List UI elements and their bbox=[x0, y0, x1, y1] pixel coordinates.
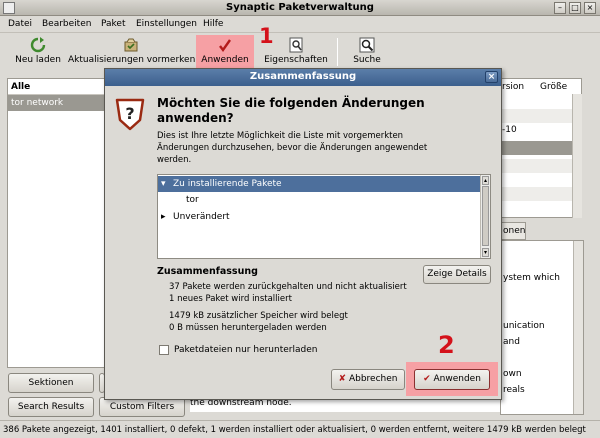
description-panel: ystem which unication and own reals bbox=[500, 240, 584, 415]
description-text: ystem which bbox=[503, 273, 560, 283]
scroll-down-icon[interactable]: ▾ bbox=[482, 248, 489, 257]
menu-bearbeiten[interactable]: Bearbeiten bbox=[42, 19, 91, 29]
window-titlebar: Synaptic Paketverwaltung – □ × bbox=[0, 0, 600, 16]
changes-tree: ▾ Zu installierende Pakete tor ▸ Unverän… bbox=[157, 174, 491, 259]
custom-filters-button[interactable]: Custom Filters bbox=[99, 397, 185, 417]
reload-icon bbox=[30, 37, 46, 53]
tree-item-to-install[interactable]: ▾ Zu installierende Pakete bbox=[158, 176, 480, 192]
package-row[interactable] bbox=[500, 173, 582, 187]
scroll-thumb[interactable] bbox=[482, 186, 489, 246]
description-text: own bbox=[503, 369, 522, 379]
package-row[interactable] bbox=[500, 95, 582, 109]
menu-hilfe[interactable]: Hilfe bbox=[203, 19, 223, 29]
apply-checkmark-icon bbox=[219, 39, 231, 53]
search-button[interactable]: Suche bbox=[349, 34, 385, 70]
dialog-titlebar: Zusammenfassung × bbox=[105, 69, 501, 86]
show-details-button[interactable]: Zeige Details bbox=[423, 265, 491, 284]
description-text: reals bbox=[503, 385, 525, 395]
question-icon: ? bbox=[115, 98, 145, 131]
summary-line: 0 B müssen heruntergeladen werden bbox=[169, 323, 327, 333]
apply-dialog-button[interactable]: ✔ Anwenden bbox=[414, 369, 490, 390]
maximize-icon[interactable]: □ bbox=[569, 2, 581, 14]
apply-toolbar-button[interactable]: Anwenden bbox=[197, 34, 253, 70]
summary-heading: Zusammenfassung bbox=[157, 266, 258, 277]
description-text: and bbox=[503, 337, 520, 347]
search-icon bbox=[359, 37, 375, 53]
description-bottom-line: the downstream node. bbox=[190, 398, 500, 412]
toolbar: Neu laden Aktualisierungen vormerken Anw… bbox=[0, 34, 600, 70]
tree-item-tor[interactable]: tor bbox=[158, 192, 490, 208]
dialog-title: Zusammenfassung bbox=[249, 71, 357, 82]
package-row-version[interactable]: -10 bbox=[500, 123, 582, 137]
expander-down-icon[interactable]: ▾ bbox=[161, 176, 166, 192]
download-only-label: Paketdateien nur herunterladen bbox=[174, 345, 318, 355]
dialog-info-text: Dies ist Ihre letzte Möglichkeit die Lis… bbox=[157, 131, 428, 165]
package-row-selected[interactable] bbox=[500, 141, 582, 155]
tree-scrollbar[interactable]: ▴ ▾ bbox=[480, 175, 490, 258]
cancel-button[interactable]: ✘ Abbrechen bbox=[331, 369, 405, 390]
reload-button[interactable]: Neu laden bbox=[11, 34, 65, 70]
menu-datei[interactable]: Datei bbox=[8, 19, 32, 29]
synaptic-window: Synaptic Paketverwaltung – □ × Datei Bea… bbox=[0, 0, 600, 438]
package-row[interactable] bbox=[500, 187, 582, 201]
filter-header[interactable]: Alle bbox=[8, 79, 106, 95]
dialog-close-icon[interactable]: × bbox=[485, 71, 498, 83]
callout-number-1: 1 bbox=[259, 24, 274, 48]
status-bar: 386 Pakete angezeigt, 1401 installiert, … bbox=[0, 420, 600, 438]
apply-check-icon: ✔ bbox=[423, 374, 431, 384]
menu-einstellungen[interactable]: Einstellungen bbox=[136, 19, 197, 29]
menubar: Datei Bearbeiten Paket Einstellungen Hil… bbox=[0, 16, 600, 33]
mark-upgrades-icon bbox=[124, 38, 138, 52]
expander-right-icon[interactable]: ▸ bbox=[161, 209, 166, 225]
cancel-x-icon: ✘ bbox=[338, 374, 347, 384]
package-row[interactable] bbox=[500, 159, 582, 173]
filter-item-tor-network[interactable]: tor network bbox=[8, 95, 106, 111]
callout-number-2: 2 bbox=[438, 331, 455, 359]
properties-icon bbox=[289, 37, 303, 53]
column-size[interactable]: Größe bbox=[540, 79, 567, 95]
close-icon[interactable]: × bbox=[584, 2, 596, 14]
package-list: rsion Größe -10 bbox=[500, 78, 582, 218]
menu-paket[interactable]: Paket bbox=[101, 19, 126, 29]
filter-list: Alle tor network bbox=[7, 78, 107, 368]
toolbar-separator bbox=[337, 38, 338, 66]
package-row[interactable] bbox=[500, 109, 582, 123]
search-results-button[interactable]: Search Results bbox=[8, 397, 94, 417]
mark-upgrades-button[interactable]: Aktualisierungen vormerken bbox=[68, 34, 195, 70]
description-scrollbar[interactable] bbox=[573, 241, 583, 414]
summary-line: 1479 kB zusätzlicher Speicher wird beleg… bbox=[169, 311, 348, 321]
tree-item-unchanged[interactable]: ▸ Unverändert bbox=[158, 209, 490, 225]
description-text: unication bbox=[503, 321, 545, 331]
package-list-scrollbar[interactable] bbox=[572, 94, 582, 218]
svg-text:?: ? bbox=[125, 104, 134, 123]
column-version[interactable]: rsion bbox=[502, 79, 524, 95]
summary-line: 37 Pakete werden zurückgehalten und nich… bbox=[169, 282, 407, 292]
summary-line: 1 neues Paket wird installiert bbox=[169, 294, 292, 304]
sections-button[interactable]: Sektionen bbox=[8, 373, 94, 393]
download-only-checkbox[interactable] bbox=[159, 345, 169, 355]
window-title: Synaptic Paketverwaltung bbox=[226, 2, 374, 13]
dialog-heading: Möchten Sie die folgenden Änderungen anw… bbox=[157, 96, 425, 125]
minimize-icon[interactable]: – bbox=[554, 2, 566, 14]
scroll-up-icon[interactable]: ▴ bbox=[482, 176, 489, 185]
tab-fragment[interactable]: onen bbox=[500, 222, 526, 240]
